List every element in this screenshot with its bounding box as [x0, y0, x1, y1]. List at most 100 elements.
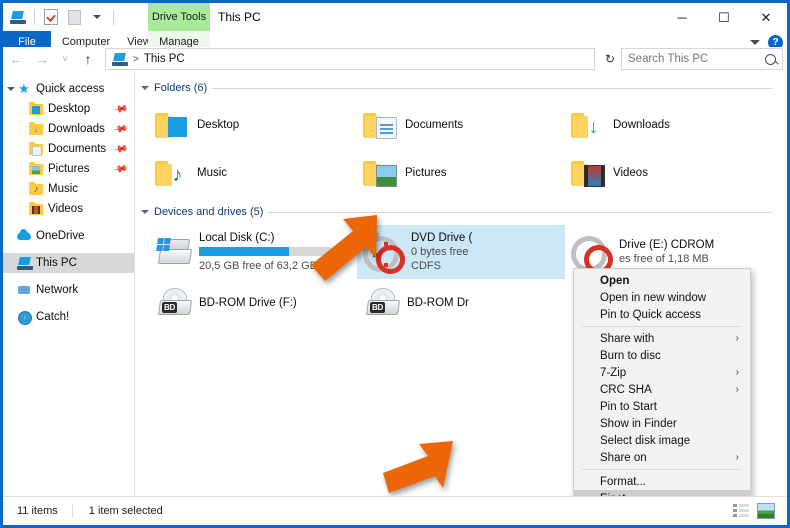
pin-icon[interactable]: 📌 — [112, 121, 129, 137]
sidebar-item-label: Videos — [48, 203, 83, 215]
folder-documents-icon — [29, 142, 43, 156]
folder-documents-icon — [363, 110, 397, 140]
list-item[interactable]: Documents — [357, 101, 565, 149]
divider — [212, 87, 773, 89]
sidebar-item-network[interactable]: Network — [3, 280, 134, 300]
maximize-button[interactable]: ☐ — [703, 3, 745, 31]
details-view-icon[interactable] — [733, 503, 749, 517]
sidebar-item-this-pc[interactable]: This PC — [3, 253, 134, 273]
drive-label: BD-ROM Dr — [407, 297, 469, 309]
forward-icon: → — [35, 51, 49, 67]
folder-label: Videos — [613, 167, 648, 179]
sidebar-item-downloads[interactable]: ↓ Downloads 📌 — [3, 119, 134, 139]
folder-label: Documents — [405, 119, 464, 131]
sidebar-item-onedrive[interactable]: OneDrive — [3, 226, 134, 246]
search-icon — [765, 53, 776, 65]
menu-item-7-zip[interactable]: 7-Zip › — [574, 364, 750, 381]
up-button[interactable]: ↑ — [75, 47, 101, 71]
pin-icon[interactable]: 📌 — [112, 141, 129, 157]
list-item[interactable]: ♪ Music — [149, 149, 357, 197]
sidebar-item-pictures[interactable]: Pictures 📌 — [3, 159, 134, 179]
drive-label: DVD Drive ( — [411, 232, 473, 244]
sidebar-item-music[interactable]: ♪ Music — [3, 179, 134, 199]
sidebar-item-label: Music — [48, 183, 79, 195]
menu-item-select-disk-image[interactable]: Select disk image — [574, 432, 750, 449]
back-button[interactable]: ← — [3, 47, 29, 71]
list-item[interactable]: Pictures — [357, 149, 565, 197]
explorer-icon[interactable] — [8, 7, 28, 27]
menu-item-show-in-finder[interactable]: Show in Finder — [574, 415, 750, 432]
sidebar-item-label: Downloads — [48, 123, 105, 135]
drive-free-text: es free of 1,18 MB — [619, 253, 709, 265]
menu-separator — [582, 469, 742, 470]
recent-locations-button[interactable]: ˅ — [55, 47, 75, 71]
pin-icon[interactable]: 📌 — [112, 161, 129, 177]
breadcrumb[interactable]: > This PC — [105, 48, 595, 70]
this-pc-icon — [17, 256, 33, 270]
menu-item-share-with[interactable]: Share with › — [574, 330, 750, 347]
refresh-icon: ↻ — [604, 52, 616, 66]
refresh-button[interactable]: ↻ — [599, 48, 621, 70]
hard-disk-icon — [155, 237, 193, 267]
breadcrumb-path[interactable]: This PC — [144, 53, 185, 65]
sidebar-item-quick-access[interactable]: ★ Quick access — [3, 79, 134, 99]
customize-caret-icon[interactable] — [87, 7, 107, 27]
table-row[interactable]: DVD Drive ( 0 bytes free CDFS — [357, 225, 565, 279]
menu-item-label: Pin to Quick access — [600, 308, 701, 321]
large-icons-view-icon[interactable] — [757, 503, 775, 519]
maximize-icon: ☐ — [718, 9, 730, 25]
menu-item-share-on[interactable]: Share on › — [574, 449, 750, 466]
menu-item-format[interactable]: Format... — [574, 473, 750, 490]
minimize-icon: ─ — [677, 9, 687, 25]
list-item[interactable]: Desktop — [149, 101, 357, 149]
page-title: This PC — [218, 10, 261, 24]
group-header-folders[interactable]: Folders (6) — [135, 79, 787, 97]
pin-icon[interactable]: 📌 — [112, 101, 129, 117]
group-header-label: Folders (6) — [154, 82, 208, 94]
sidebar-item-documents[interactable]: Documents 📌 — [3, 139, 134, 159]
forward-button[interactable]: → — [29, 47, 55, 71]
table-row[interactable]: BD BD-ROM Dr — [357, 279, 565, 327]
network-icon — [17, 283, 31, 297]
folder-label: Desktop — [197, 119, 240, 131]
properties-icon[interactable] — [41, 7, 61, 27]
chevron-down-icon — [141, 210, 149, 214]
bd-rom-icon: BD — [155, 288, 193, 318]
menu-item-pin-to-start[interactable]: Pin to Start — [574, 398, 750, 415]
sidebar-item-videos[interactable]: Videos — [3, 199, 134, 219]
sidebar-item-desktop[interactable]: Desktop 📌 — [3, 99, 134, 119]
chevron-down-icon — [141, 86, 149, 90]
bd-rom-icon: BD — [363, 288, 401, 318]
folder-downloads-icon: ↓ — [571, 110, 605, 140]
sidebar-item-label: This PC — [36, 257, 77, 269]
menu-item-label: 7-Zip — [600, 366, 627, 379]
drive-filesystem: CDFS — [411, 260, 441, 272]
menu-item-pin-to-quick-access[interactable]: Pin to Quick access — [574, 306, 750, 323]
drive-tools-contextual-tab[interactable]: Drive Tools — [148, 3, 210, 31]
folder-label: Pictures — [405, 167, 447, 179]
sidebar-item-label: Network — [36, 284, 79, 296]
menu-item-label: Share on — [600, 451, 647, 464]
group-header-devices[interactable]: Devices and drives (5) — [135, 203, 787, 221]
chevron-down-icon: ˅ — [62, 53, 68, 65]
divider — [113, 9, 114, 25]
list-item[interactable]: ↓ Downloads — [565, 101, 773, 149]
sidebar-item-label: Pictures — [48, 163, 90, 175]
menu-item-open[interactable]: Open — [574, 272, 750, 289]
search-input[interactable]: Search This PC — [621, 48, 783, 70]
menu-item-crc-sha[interactable]: CRC SHA › — [574, 381, 750, 398]
list-item[interactable]: Videos — [565, 149, 773, 197]
chevron-right-icon: › — [735, 452, 739, 463]
close-button[interactable]: ✕ — [745, 3, 787, 31]
sidebar-item-catch[interactable]: Catch! — [3, 307, 134, 327]
address-bar: ← → ˅ ↑ > This PC ↻ Search This PC — [3, 47, 787, 72]
chevron-down-icon[interactable] — [750, 39, 760, 45]
menu-item-open-in-new-window[interactable]: Open in new window — [574, 289, 750, 306]
minimize-button[interactable]: ─ — [661, 3, 703, 31]
menu-item-burn-to-disc[interactable]: Burn to disc — [574, 347, 750, 364]
folder-downloads-icon: ↓ — [29, 122, 43, 136]
navigation-pane: ★ Quick access Desktop 📌 ↓ Downloads 📌 D… — [3, 71, 135, 497]
new-folder-icon[interactable] — [64, 7, 84, 27]
menu-item-label: Open in new window — [600, 291, 707, 304]
